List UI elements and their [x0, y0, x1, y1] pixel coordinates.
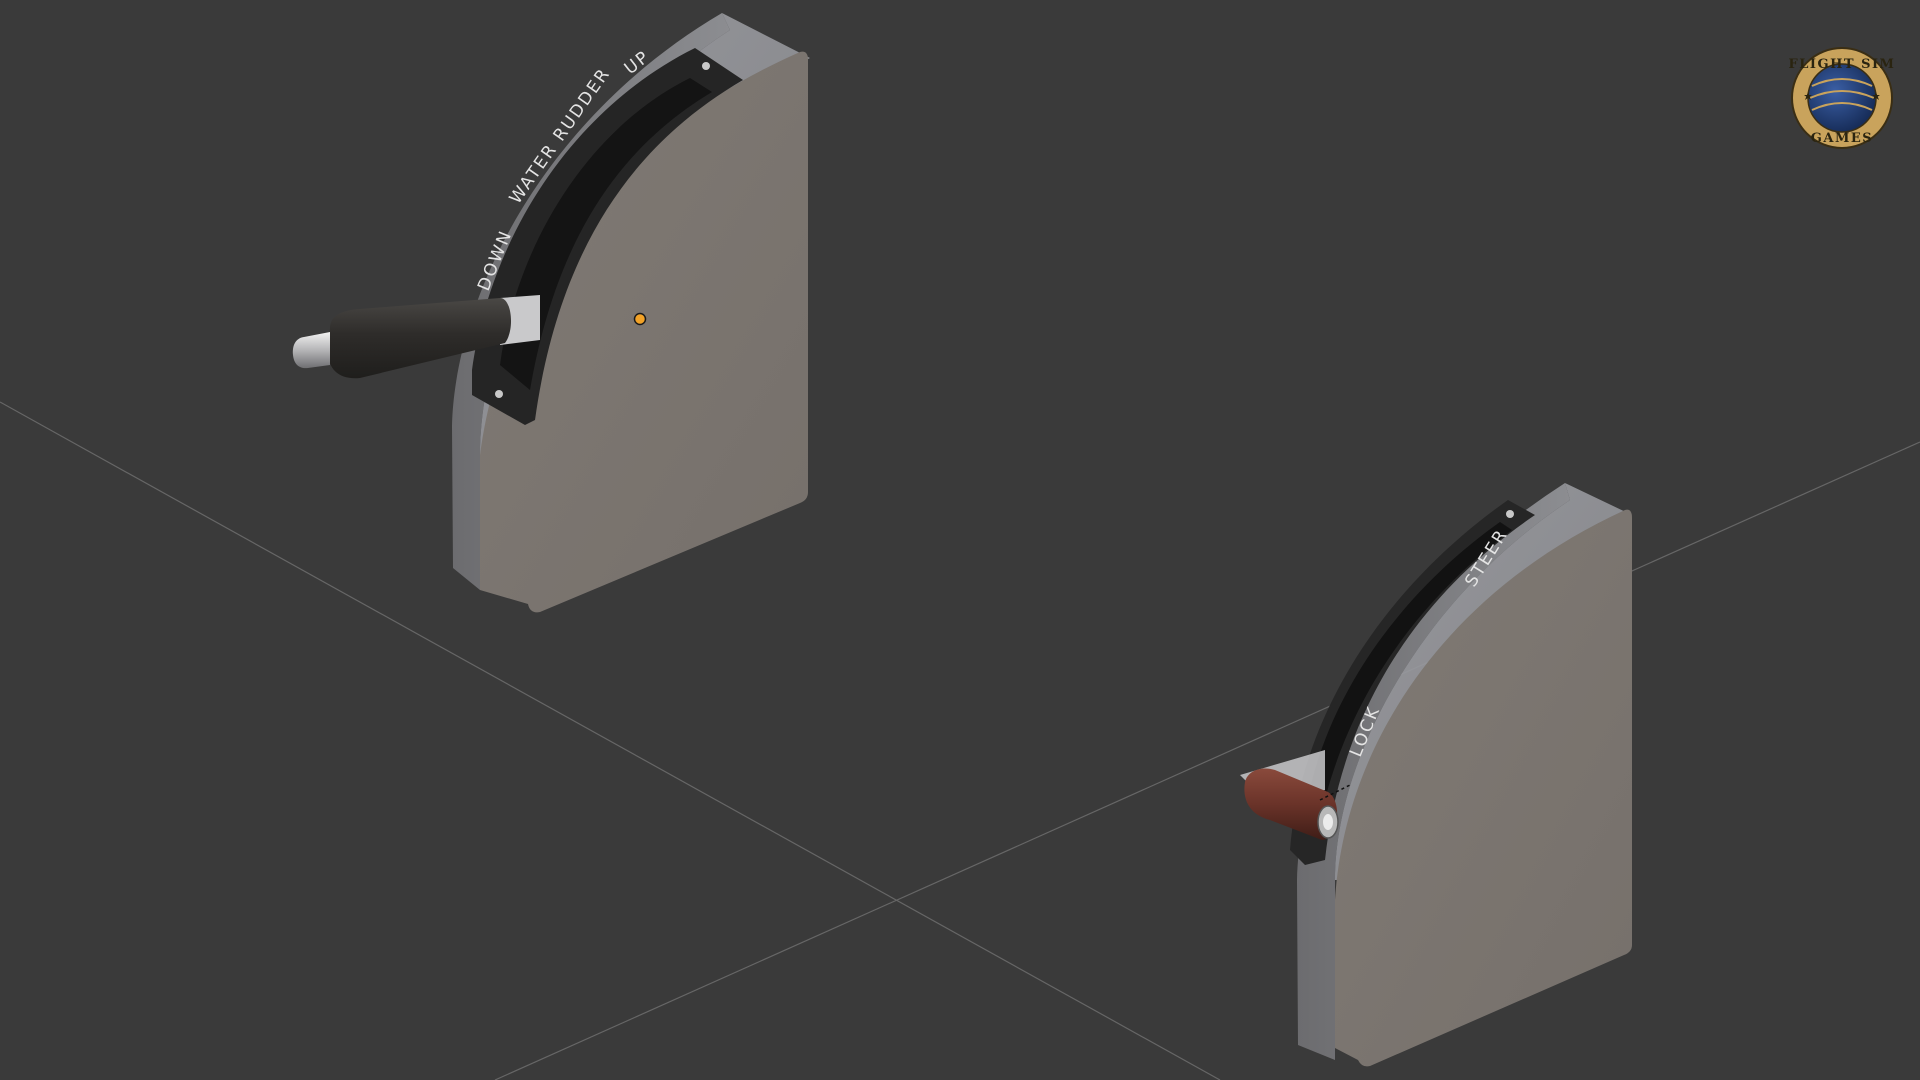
slot2-screw-top	[1506, 510, 1514, 518]
globe-logo-icon	[1807, 63, 1877, 133]
slot-screw-top	[702, 62, 710, 70]
steer-lock-lever[interactable]: STEER LOCK	[1240, 483, 1632, 1067]
logo-text-bottom: GAMES	[1811, 131, 1873, 146]
3d-viewport[interactable]: DOWN WATER RUDDER UP STEER LOCK FLIGHT S…	[0, 0, 1920, 1080]
object-origin-marker[interactable]	[633, 312, 647, 326]
slot-screw-bottom	[495, 390, 503, 398]
lever-end-cap	[292, 332, 330, 369]
lever2-end-cap-center	[1323, 814, 1333, 830]
logo-text-top: FLIGHT SIM	[1789, 57, 1896, 72]
flight-sim-games-logo: FLIGHT SIM GAMES	[1789, 47, 1896, 149]
viewport-canvas[interactable]: DOWN WATER RUDDER UP STEER LOCK FLIGHT S…	[0, 0, 1920, 1080]
water-rudder-lever[interactable]: DOWN WATER RUDDER UP	[292, 13, 810, 613]
